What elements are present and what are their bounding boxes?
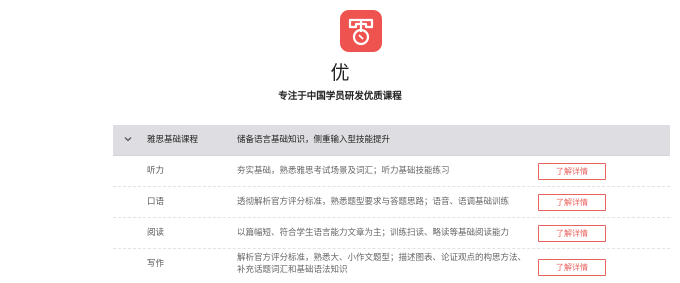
details-button[interactable]: 了解详情: [538, 194, 606, 211]
course-desc: 透彻解析官方评分标准，熟悉题型要求与答题思路；语音、语调基础训练: [237, 197, 510, 207]
course-group-desc: 储备语言基础知识，侧重输入型技能提升: [237, 135, 391, 145]
course-table: 雅思基础课程 储备语言基础知识，侧重输入型技能提升 听力 夯实基础，熟悉雅思考试…: [113, 125, 670, 281]
course-desc: 解析官方评分标准，熟悉大、小作文题型；描述图表、论证观点的构思方法、补充话题词汇…: [237, 253, 527, 275]
table-row: 口语 透彻解析官方评分标准，熟悉题型要求与答题思路；语音、语调基础训练 了解详情: [113, 187, 670, 218]
course-desc: 以篇幅短、符合学生语言能力文章为主；训练扫读、略读等基础阅读能力: [237, 228, 510, 238]
details-button[interactable]: 了解详情: [538, 259, 606, 276]
course-name: 听力: [147, 166, 165, 176]
medal-icon: [348, 18, 374, 46]
course-name: 写作: [147, 259, 165, 269]
brand-logo: [340, 10, 382, 52]
chevron-down-icon[interactable]: [123, 134, 133, 144]
table-row: 听力 夯实基础，熟悉雅思考试场景及词汇；听力基础技能练习 了解详情: [113, 156, 670, 187]
table-row: 写作 解析官方评分标准，熟悉大、小作文题型；描述图表、论证观点的构思方法、补充话…: [113, 249, 670, 281]
course-name: 口语: [147, 197, 165, 207]
course-group-name: 雅思基础课程: [147, 135, 199, 145]
details-button[interactable]: 了解详情: [538, 163, 606, 180]
table-row: 阅读 以篇幅短、符合学生语言能力文章为主；训练扫读、略读等基础阅读能力 了解详情: [113, 218, 670, 249]
course-name: 阅读: [147, 228, 165, 238]
course-group-header[interactable]: 雅思基础课程 储备语言基础知识，侧重输入型技能提升: [113, 125, 670, 156]
details-button[interactable]: 了解详情: [538, 225, 606, 242]
brand-name: 优: [330, 62, 350, 84]
brand-tagline: 专注于中国学员研发优质课程: [278, 91, 402, 102]
course-desc: 夯实基础，熟悉雅思考试场景及词汇；听力基础技能练习: [237, 166, 450, 176]
